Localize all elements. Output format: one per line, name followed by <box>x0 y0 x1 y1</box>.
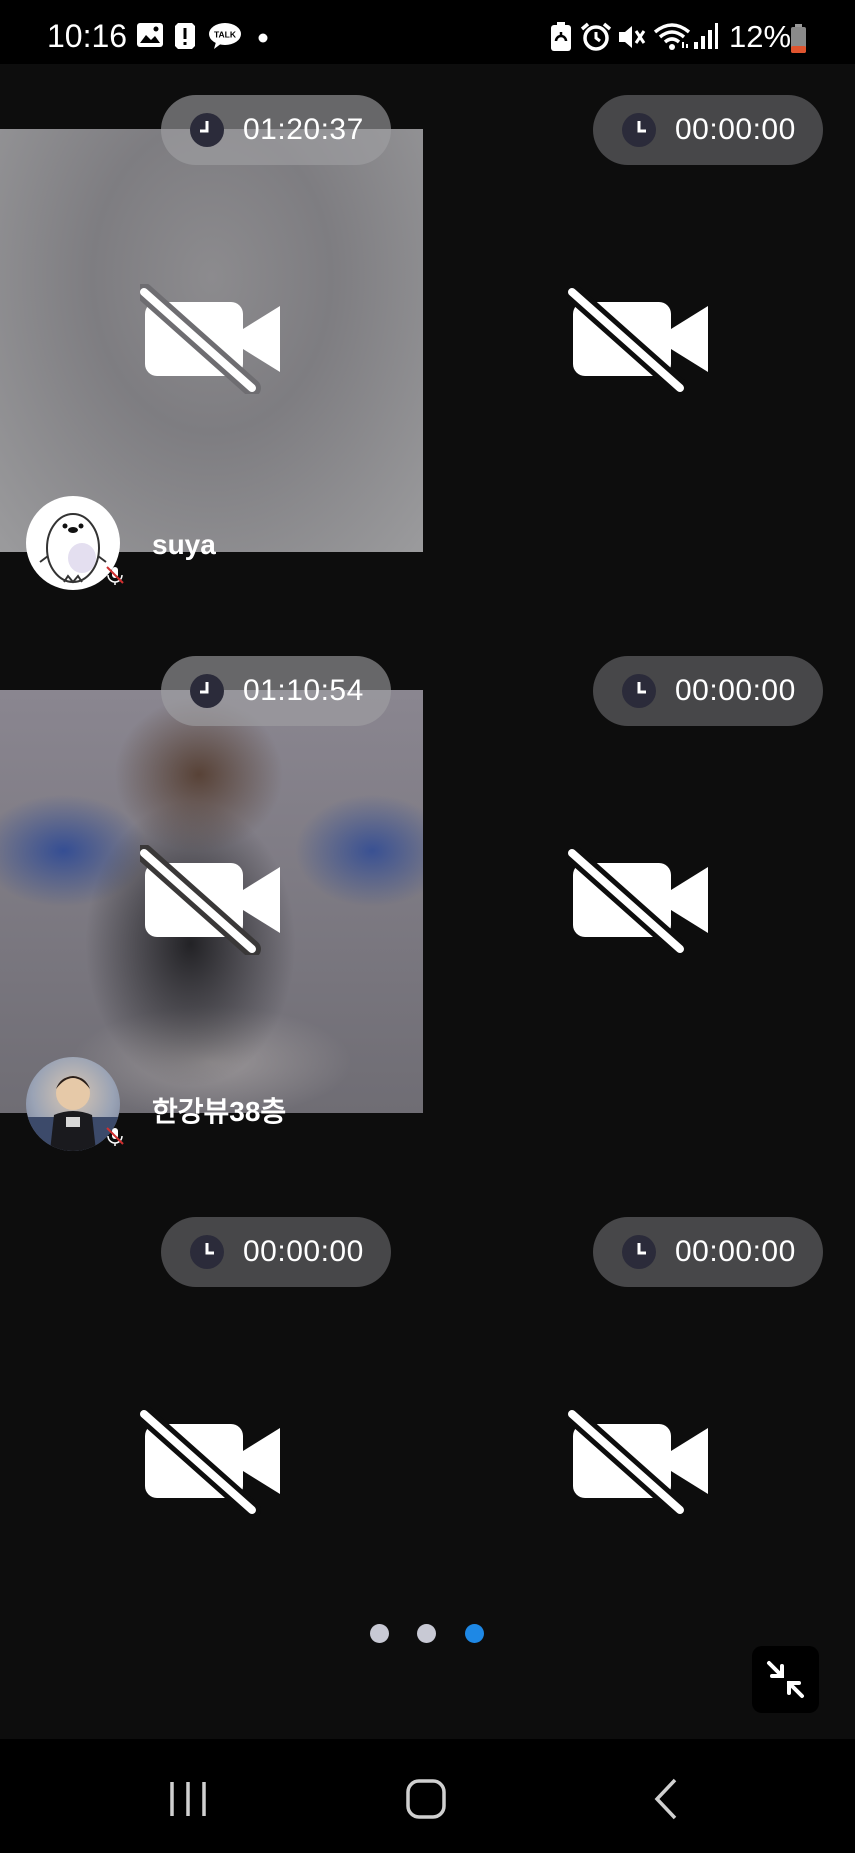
battery-percent: 12% <box>729 19 792 54</box>
recents-button[interactable] <box>148 1764 228 1834</box>
dot-icon <box>258 33 268 43</box>
back-icon <box>654 1778 677 1820</box>
participant-tile[interactable]: 01:20:37 suya <box>0 64 427 625</box>
participant-name: 한강뷰38층 <box>152 1096 287 1127</box>
camera-off-icon[interactable] <box>140 284 285 394</box>
back-button[interactable] <box>625 1764 705 1834</box>
clock-icon <box>190 1235 224 1269</box>
participant-tile[interactable]: 00:00:00 <box>428 625 855 1186</box>
page-dot[interactable] <box>370 1624 389 1643</box>
wifi-icon <box>653 23 691 50</box>
status-bar: 10:16 TALK 12% <box>0 0 855 64</box>
collapse-arrows-icon <box>767 1661 804 1698</box>
clock-icon <box>622 113 656 147</box>
call-timer: 01:20:37 <box>161 95 391 165</box>
participant-tile[interactable]: 01:10:54 한강뷰38층 <box>0 625 427 1186</box>
home-icon <box>406 1779 446 1819</box>
recents-icon <box>170 1782 206 1816</box>
call-timer: 00:00:00 <box>161 1217 391 1287</box>
call-timer: 01:10:54 <box>161 656 391 726</box>
home-button[interactable] <box>386 1764 466 1834</box>
camera-off-icon[interactable] <box>140 1406 285 1516</box>
mute-icon <box>619 26 646 48</box>
alert-icon <box>175 23 195 49</box>
participant-name: suya <box>152 529 216 560</box>
call-timer: 00:00:00 <box>593 95 823 165</box>
timer-text: 01:10:54 <box>243 674 364 707</box>
mic-off-icon <box>106 566 124 585</box>
alarm-icon <box>580 22 612 51</box>
clock-icon <box>190 113 224 147</box>
navigation-bar <box>0 1739 855 1853</box>
gallery-icon <box>137 23 163 47</box>
clock-icon <box>622 1235 656 1269</box>
clock-icon <box>622 674 656 708</box>
timer-text: 00:00:00 <box>243 1235 364 1268</box>
call-timer: 00:00:00 <box>593 656 823 726</box>
page-dot[interactable] <box>417 1624 436 1643</box>
camera-off-icon[interactable] <box>568 284 713 394</box>
timer-text: 00:00:00 <box>675 1235 796 1268</box>
page-dot-active[interactable] <box>465 1624 484 1643</box>
participant-tile[interactable]: 00:00:00 <box>428 64 855 625</box>
status-time: 10:16 <box>47 18 128 54</box>
mic-off-icon <box>106 1127 124 1146</box>
battery-icon <box>791 24 806 53</box>
call-timer: 00:00:00 <box>593 1217 823 1287</box>
timer-text: 01:20:37 <box>243 113 364 146</box>
clock-icon <box>190 674 224 708</box>
timer-text: 00:00:00 <box>675 674 796 707</box>
svg-text:TALK: TALK <box>214 30 237 40</box>
talk-icon: TALK <box>209 23 241 49</box>
camera-off-icon[interactable] <box>140 845 285 955</box>
signal-icon <box>694 23 718 49</box>
participant-tile[interactable]: 00:00:00 <box>0 1186 427 1747</box>
collapse-button[interactable] <box>752 1646 819 1713</box>
timer-text: 00:00:00 <box>675 113 796 146</box>
battery-saver-icon <box>551 22 571 51</box>
camera-off-icon[interactable] <box>568 1406 713 1516</box>
camera-off-icon[interactable] <box>568 845 713 955</box>
